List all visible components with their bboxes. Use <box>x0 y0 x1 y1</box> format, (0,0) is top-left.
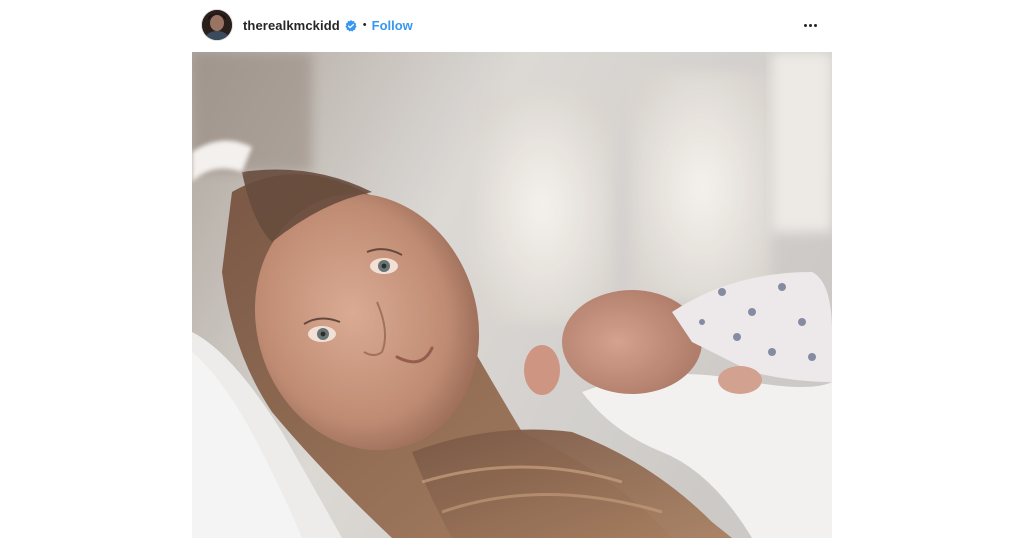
follow-button[interactable]: Follow <box>372 18 413 33</box>
post-photo[interactable] <box>192 52 832 538</box>
post-header: therealkmckidd • Follow <box>192 0 832 50</box>
separator-dot: • <box>362 19 367 31</box>
instagram-post: therealkmckidd • Follow <box>0 0 1024 538</box>
avatar[interactable] <box>202 10 232 40</box>
username-link[interactable]: therealkmckidd <box>243 18 340 33</box>
verified-badge-icon <box>345 19 357 32</box>
more-options-icon[interactable] <box>798 16 822 34</box>
